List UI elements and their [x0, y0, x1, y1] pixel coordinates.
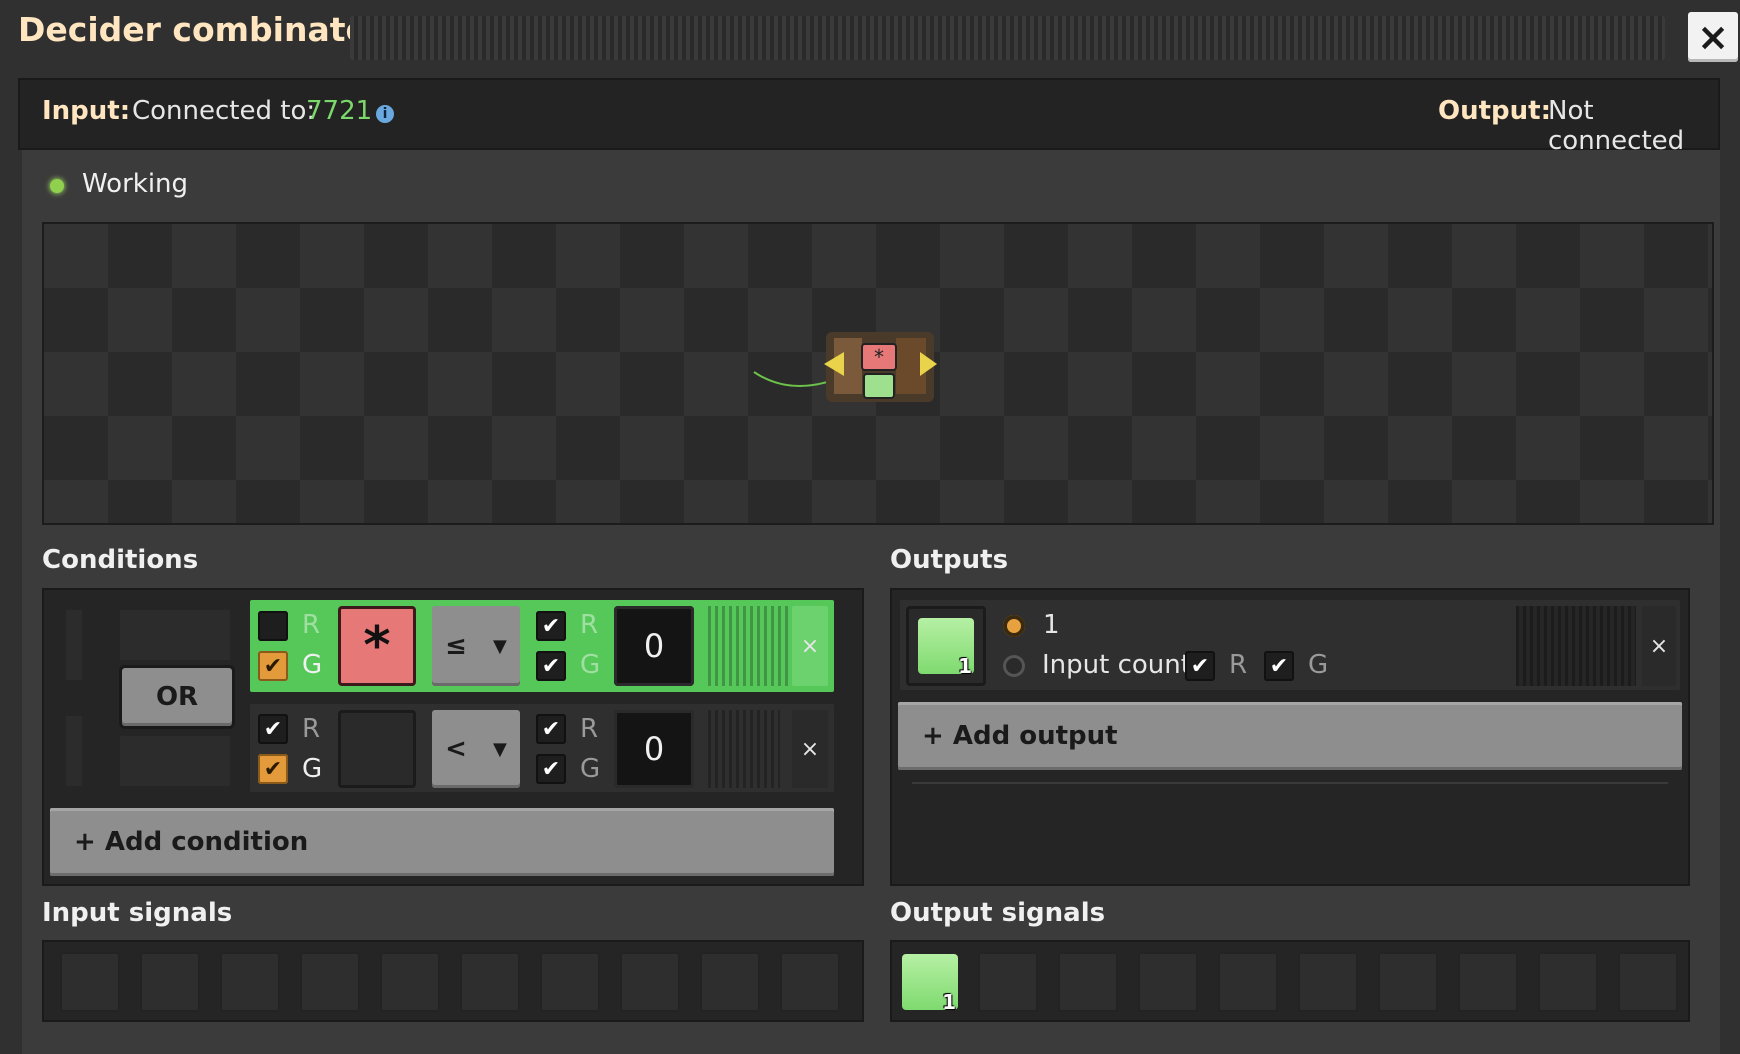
condition-1-remove-button[interactable]: × [792, 606, 828, 686]
chevron-down-icon: ▼ [493, 635, 507, 657]
output-signal-slot [1618, 952, 1678, 1012]
info-icon[interactable]: i [376, 105, 394, 123]
or-bracket-bottom [66, 716, 82, 786]
output-input-count-label: Input count [1042, 650, 1191, 680]
or-bracket-top [66, 610, 82, 680]
output-signals-title: Output signals [890, 898, 1106, 928]
combinator-sprite: * [753, 332, 937, 402]
output-signals-badge: 1 [942, 990, 956, 1014]
condition-2-red-wire-checkbox[interactable]: ✔ [258, 714, 288, 744]
condition-2-g-label: G [302, 754, 323, 784]
condition-1-green-wire-checkbox[interactable]: ✔ [258, 651, 288, 681]
input-signals-title: Input signals [42, 898, 233, 928]
chevron-down-icon: ▼ [493, 738, 507, 760]
output-r-label: R [1229, 650, 1248, 680]
input-signals-panel [42, 940, 864, 1022]
output-signal-icon: 1 [918, 618, 974, 678]
status-indicator-icon [50, 179, 64, 193]
condition-1-operator: ≤ [445, 631, 467, 661]
output-signal-slot [1218, 952, 1278, 1012]
title-drag-handle[interactable] [350, 16, 1665, 60]
input-signal-slot [140, 952, 200, 1012]
condition-1-right-r-label: R [580, 610, 599, 640]
input-signal-slot [380, 952, 440, 1012]
window-title: Decider combinator [18, 10, 385, 49]
output-signals-panel: 1 [890, 940, 1690, 1022]
outputs-title: Outputs [890, 545, 1009, 575]
condition-1-right-green-checkbox[interactable]: ✔ [536, 651, 566, 681]
input-label: Input: [42, 96, 131, 126]
output-signal-green-icon: 1 [902, 954, 958, 1014]
status-text: Working [82, 169, 189, 199]
condition-2-drag-handle[interactable] [708, 710, 780, 788]
condition-2-green-wire-checkbox[interactable]: ✔ [258, 754, 288, 784]
output-g-label: G [1308, 650, 1329, 680]
condition-1-r-label: R [302, 610, 321, 640]
input-signal-slot [460, 952, 520, 1012]
output-constant-label: 1 [1043, 610, 1060, 640]
conditions-title: Conditions [42, 545, 199, 575]
condition-2-remove-button[interactable]: × [792, 710, 828, 788]
condition-2-right-r-label: R [580, 714, 599, 744]
condition-2-signal-slot[interactable] [338, 710, 416, 788]
output-label: Output: [1438, 96, 1551, 126]
output-signal-slot [1138, 952, 1198, 1012]
output-green-checkbox[interactable]: ✔ [1264, 651, 1294, 681]
output-signal-slot [1298, 952, 1358, 1012]
input-signal-slot [700, 952, 760, 1012]
or-bracket-top-right [120, 610, 230, 660]
input-signal-slot [60, 952, 120, 1012]
output-input-count-radio[interactable] [1003, 655, 1025, 677]
condition-1-signal-everything-icon[interactable]: * [338, 606, 416, 686]
condition-2-right-g-label: G [580, 754, 601, 784]
decider-combinator-window: Decider combinator × Input: Connected to… [0, 0, 1740, 1054]
output-constant-radio[interactable] [1003, 615, 1025, 637]
svg-text:*: * [874, 345, 884, 369]
condition-1-right-g-label: G [580, 650, 601, 680]
or-bracket-bottom-right [120, 736, 230, 786]
outputs-divider [912, 782, 1668, 784]
output-signal-slot [1378, 952, 1438, 1012]
condition-2-operator: < [445, 734, 467, 764]
condition-1-red-wire-checkbox[interactable] [258, 611, 288, 641]
condition-2-constant-value[interactable]: 0 [614, 710, 694, 788]
output-signal-badge: 1 [958, 654, 972, 678]
condition-2-operator-dropdown[interactable]: < ▼ [432, 710, 520, 788]
output-signal-slot [1058, 952, 1118, 1012]
input-signal-slot [540, 952, 600, 1012]
output-drag-handle[interactable] [1516, 606, 1636, 686]
output-remove-button[interactable]: × [1642, 606, 1676, 686]
output-signal-slot [1458, 952, 1518, 1012]
condition-2-right-red-checkbox[interactable]: ✔ [536, 714, 566, 744]
condition-2-right-green-checkbox[interactable]: ✔ [536, 754, 566, 784]
add-output-button[interactable]: + Add output [898, 702, 1682, 770]
add-condition-button[interactable]: + Add condition [50, 808, 834, 876]
input-signal-slot [300, 952, 360, 1012]
close-icon[interactable]: × [1688, 12, 1738, 62]
output-signal-slot [1538, 952, 1598, 1012]
condition-1-g-label: G [302, 650, 323, 680]
output-status: Not connected [1548, 96, 1685, 156]
condition-1-constant-value[interactable]: 0 [614, 606, 694, 686]
condition-1-operator-dropdown[interactable]: ≤ ▼ [432, 606, 520, 686]
input-network-id: 7721 [306, 96, 373, 126]
output-signal-slot [978, 952, 1038, 1012]
input-signal-slot [780, 952, 840, 1012]
condition-1-right-red-checkbox[interactable]: ✔ [536, 611, 566, 641]
output-red-checkbox[interactable]: ✔ [1185, 651, 1215, 681]
entity-preview[interactable]: * [42, 222, 1714, 525]
input-signal-slot [620, 952, 680, 1012]
connection-bar: Input: Connected to: 7721 i Output: Not … [18, 78, 1720, 156]
input-signal-slot [220, 952, 280, 1012]
condition-1-drag-handle[interactable] [708, 606, 788, 686]
or-button[interactable]: OR [122, 668, 232, 726]
input-connected-label: Connected to: [132, 96, 316, 126]
condition-2-r-label: R [302, 714, 321, 744]
